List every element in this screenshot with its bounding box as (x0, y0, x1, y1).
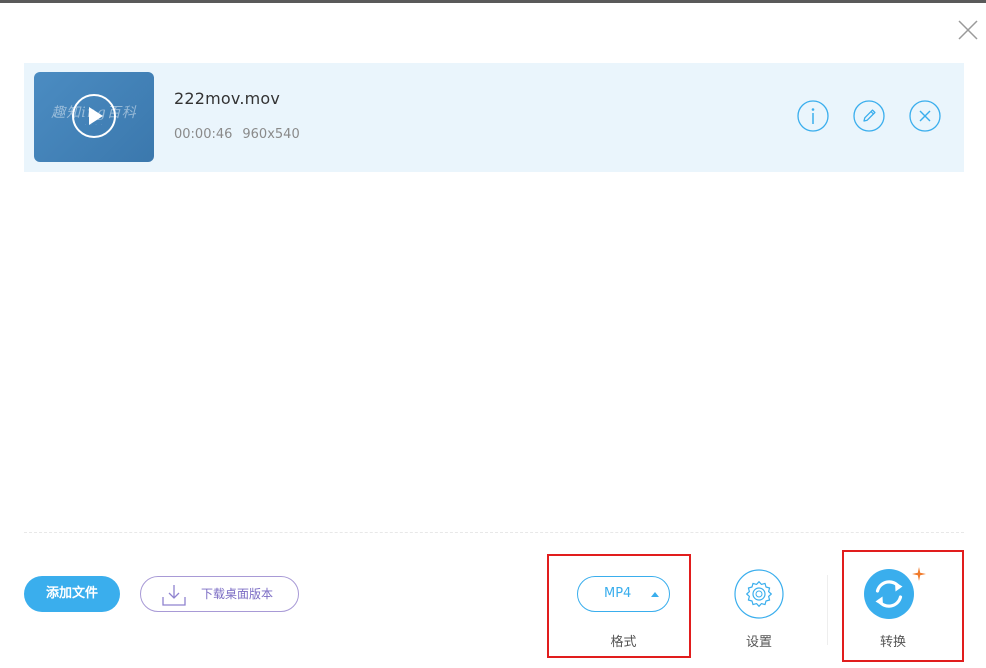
file-resolution: 960x540 (242, 127, 300, 142)
convert-icon[interactable] (864, 569, 914, 619)
download-desktop-label: 下载桌面版本 (201, 587, 274, 601)
gear-icon[interactable] (734, 569, 784, 619)
format-label: 格式 (610, 635, 637, 650)
sparkle-icon (911, 566, 927, 582)
add-file-button[interactable]: 添加文件 (24, 576, 120, 612)
download-icon (162, 584, 186, 606)
format-value: MP4 (604, 586, 632, 601)
close-icon[interactable] (955, 17, 981, 43)
toolbar-separator (827, 575, 828, 645)
file-name: 222mov.mov (174, 89, 281, 108)
info-icon[interactable] (797, 100, 829, 132)
convert-label: 转换 (880, 635, 907, 650)
remove-icon[interactable] (909, 100, 941, 132)
caret-up-icon (651, 592, 659, 597)
bottom-divider (24, 532, 964, 533)
video-thumbnail[interactable]: 趣知ing百科 · · · · (34, 72, 154, 162)
file-list-row: 趣知ing百科 · · · · 222mov.mov 00:00:46 960x5… (24, 63, 964, 172)
window-top-border (0, 0, 986, 3)
format-select[interactable]: MP4 (577, 576, 670, 612)
file-meta: 00:00:46 960x540 (174, 127, 310, 142)
file-duration: 00:00:46 (174, 127, 233, 142)
pencil-icon[interactable] (853, 100, 885, 132)
play-icon[interactable] (71, 93, 117, 139)
settings-label: 设置 (745, 635, 772, 650)
download-desktop-button[interactable]: 下载桌面版本 (140, 576, 299, 612)
